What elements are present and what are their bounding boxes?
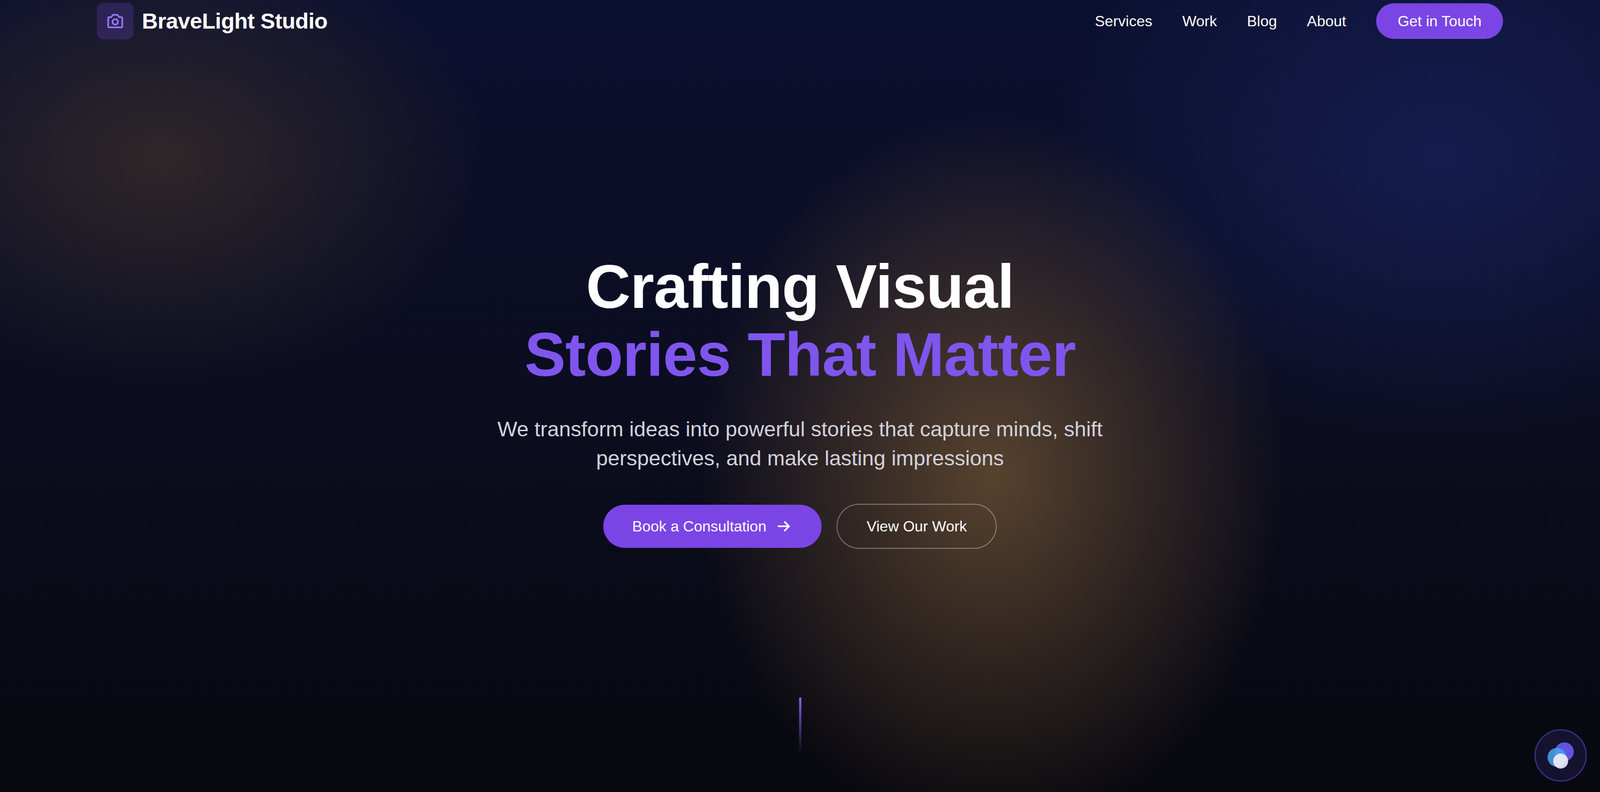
hero-title-line: Crafting Visual xyxy=(524,252,1076,321)
chat-launcher[interactable] xyxy=(1534,728,1587,782)
hero-buttons: Book a Consultation View Our Work xyxy=(603,503,997,549)
chat-bubbles-icon xyxy=(1541,736,1580,774)
button-label: Book a Consultation xyxy=(632,514,767,538)
nav-links: ServicesWorkBlogAbout Get in Touch xyxy=(1079,3,1504,39)
top-nav: BraveLight Studio ServicesWorkBlogAbout Ge… xyxy=(0,0,1600,40)
nav-link[interactable]: About xyxy=(1291,9,1362,33)
brand-name: BraveLight Studio xyxy=(141,4,328,38)
book-consultation-button[interactable]: Book a Consultation xyxy=(603,504,822,548)
hero-title-highlight: Stories That Matter xyxy=(524,320,1076,389)
hero-section: BraveLight Studio ServicesWorkBlogAbout Ge… xyxy=(0,0,1600,792)
arrow-right-icon xyxy=(775,517,793,535)
get-in-touch-button[interactable]: Get in Touch xyxy=(1376,3,1504,39)
scroll-indicator xyxy=(799,696,802,754)
view-work-button[interactable]: View Our Work xyxy=(836,503,997,549)
nav-link[interactable]: Blog xyxy=(1231,9,1292,33)
hero-subtitle: We transform ideas into powerful stories… xyxy=(481,414,1119,473)
logo-box xyxy=(96,2,134,40)
brand-link[interactable]: BraveLight Studio xyxy=(96,2,328,40)
nav-link[interactable]: Work xyxy=(1167,9,1232,33)
hero-content: Crafting VisualStories That Matter We tra… xyxy=(0,0,1600,792)
hero-title: Crafting VisualStories That Matter xyxy=(524,252,1076,389)
nav-link[interactable]: Services xyxy=(1079,9,1168,33)
camera-icon xyxy=(105,11,125,31)
